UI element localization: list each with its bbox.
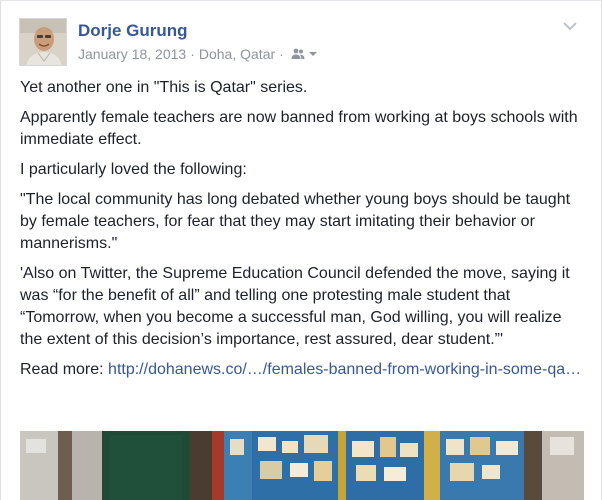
chevron-down-icon[interactable] <box>561 19 579 33</box>
read-more-label: Read more: <box>20 361 104 378</box>
caret-down-icon <box>308 52 317 56</box>
post-date[interactable]: January 18, 2013 <box>78 46 186 62</box>
friends-icon <box>291 48 305 59</box>
avatar-photo <box>20 19 66 65</box>
audience-selector[interactable] <box>291 48 318 60</box>
post-card: Dorje Gurung January 18, 2013 · Doha, Qa… <box>0 0 602 500</box>
meta-separator: · <box>279 46 284 62</box>
post-paragraph: 'Also on Twitter, the Supreme Education … <box>20 265 570 348</box>
read-more-link[interactable]: http://dohanews.co/…/females-banned-from… <box>108 361 581 378</box>
post-paragraph: Apparently female teachers are now banne… <box>20 109 578 148</box>
attachment-image[interactable] <box>20 431 584 500</box>
post-header: Dorje Gurung January 18, 2013 · Doha, Qa… <box>19 18 579 66</box>
post-paragraph: I particularly loved the following: <box>20 161 247 178</box>
classroom-photo <box>20 431 584 500</box>
post-meta: January 18, 2013 · Doha, Qatar · <box>78 46 318 62</box>
post-body: Yet another one in "This is Qatar" serie… <box>20 77 586 389</box>
author-avatar[interactable] <box>19 18 67 66</box>
read-more: Read more: http://dohanews.co/…/females-… <box>20 359 586 381</box>
post-location[interactable]: Doha, Qatar <box>199 46 275 62</box>
post-paragraph: "The local community has long debated wh… <box>20 191 571 252</box>
author-name[interactable]: Dorje Gurung <box>78 21 188 41</box>
meta-separator: · <box>190 46 195 62</box>
post-paragraph: Yet another one in "This is Qatar" serie… <box>20 79 308 96</box>
